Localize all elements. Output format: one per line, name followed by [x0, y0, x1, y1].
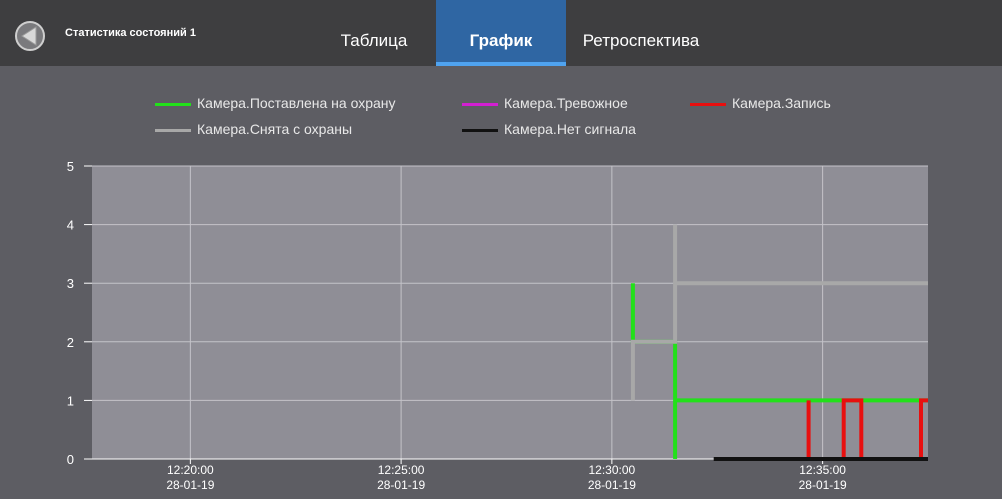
- y-tick-label: 5: [67, 159, 74, 174]
- y-tick-label: 1: [67, 393, 74, 408]
- y-tick-label: 2: [67, 335, 74, 350]
- x-tick-date-label: 28-01-19: [799, 478, 847, 492]
- x-tick-time-label: 12:30:00: [589, 463, 636, 477]
- x-tick-date-label: 28-01-19: [166, 478, 214, 492]
- state-chart: 01234512:20:0028-01-1912:25:0028-01-1912…: [67, 159, 928, 492]
- y-tick-label: 3: [67, 276, 74, 291]
- x-tick-time-label: 12:20:00: [167, 463, 214, 477]
- plot-area: [92, 166, 928, 459]
- x-tick-time-label: 12:25:00: [378, 463, 425, 477]
- y-tick-label: 4: [67, 218, 74, 233]
- y-tick-label: 0: [67, 452, 74, 467]
- x-tick-date-label: 28-01-19: [377, 478, 425, 492]
- x-tick-time-label: 12:35:00: [799, 463, 846, 477]
- x-tick-date-label: 28-01-19: [588, 478, 636, 492]
